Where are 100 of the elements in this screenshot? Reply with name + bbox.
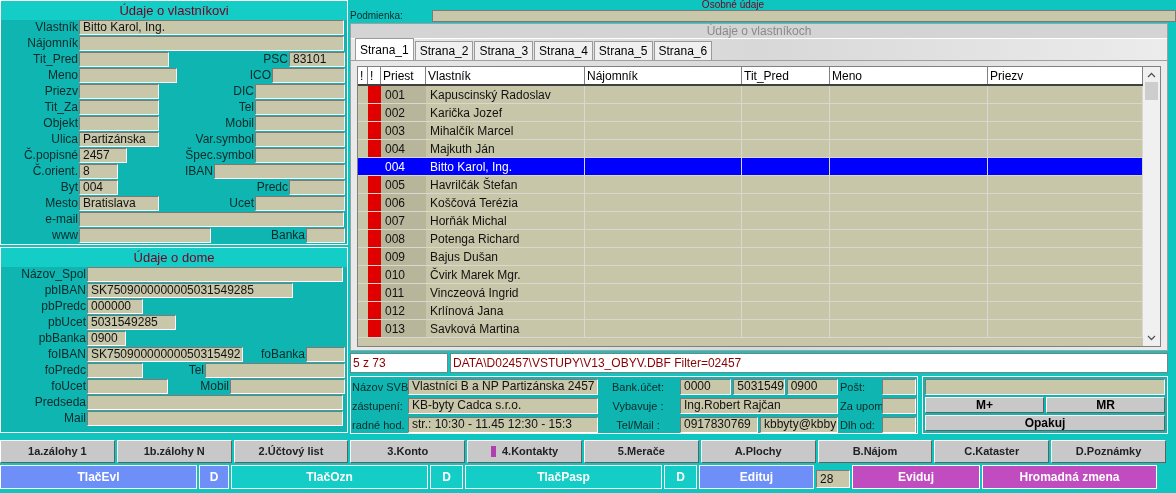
condition-field[interactable] — [432, 9, 1176, 22]
table-row[interactable]: 003 Mihalčík Marcel — [358, 122, 1143, 140]
info-field[interactable]: str.: 10:30 - 11.45 12:30 - 15:3 — [408, 417, 598, 433]
text-field[interactable] — [79, 116, 159, 131]
text-field[interactable]: 0900 — [87, 331, 126, 346]
repeat-button[interactable]: Opakuj — [925, 415, 1165, 431]
column-header[interactable]: Meno — [830, 67, 988, 84]
table-row[interactable]: 001 Kapuscinský Radoslav — [358, 86, 1143, 104]
table-row[interactable]: 008 Potenga Richard — [358, 230, 1143, 248]
text-field[interactable] — [255, 84, 345, 99]
nav-button[interactable]: A.Plochy — [700, 440, 816, 463]
table-row[interactable]: 004 Bitto Karol, Ing. — [358, 158, 1143, 176]
column-header[interactable]: Priest — [381, 67, 426, 84]
page-tab[interactable]: Strana_2 — [414, 41, 474, 60]
page-tab[interactable]: Strana_3 — [474, 41, 534, 60]
info-field[interactable]: Vlastníci B a NP Partizánska 2457 — [408, 379, 598, 395]
column-header[interactable]: ! — [358, 67, 368, 84]
page-tab[interactable]: Strana_5 — [593, 41, 653, 60]
table-row[interactable]: 013 Savková Martina — [358, 320, 1143, 338]
info-field[interactable]: 0000 — [680, 379, 732, 395]
memory-field[interactable] — [925, 379, 1165, 395]
text-field[interactable]: Bitto Karol, Ing. — [79, 20, 344, 35]
text-field[interactable] — [79, 52, 169, 67]
text-field[interactable] — [87, 395, 343, 410]
column-header[interactable]: Nájomník — [585, 67, 742, 84]
memory-button[interactable]: M+ — [925, 397, 1044, 413]
text-field[interactable] — [230, 379, 345, 394]
info-field[interactable]: kbbyty@kbby — [760, 417, 838, 433]
info-field[interactable]: 0917830769 — [680, 417, 758, 433]
text-field[interactable] — [255, 132, 345, 147]
text-field[interactable] — [214, 164, 345, 179]
nav-button[interactable]: C.Kataster — [934, 440, 1050, 463]
scroll-thumb[interactable] — [1145, 82, 1158, 100]
field-label: Tit_Pred — [32, 53, 79, 66]
text-field[interactable]: 5031549285 — [87, 315, 176, 330]
text-field[interactable] — [87, 267, 343, 282]
nav-button[interactable]: 3.Konto — [350, 440, 466, 463]
info-field[interactable]: Ing.Robert Rajčan — [680, 398, 838, 414]
text-field[interactable] — [87, 363, 143, 378]
text-field[interactable] — [79, 100, 159, 115]
text-field[interactable] — [79, 84, 159, 99]
text-field[interactable]: SK7509000000005031549285 — [87, 283, 293, 298]
page-tab[interactable]: Strana_1 — [355, 38, 414, 60]
nav-button[interactable]: B.Nájom — [817, 440, 933, 463]
table-row[interactable]: 007 Horňák Michal — [358, 212, 1143, 230]
info-field[interactable]: 0900 — [786, 379, 838, 395]
text-field[interactable]: 004 — [79, 180, 118, 195]
scroll-down-icon[interactable] — [1147, 335, 1156, 341]
column-header[interactable]: Vlastník — [426, 67, 585, 84]
text-field[interactable] — [255, 100, 345, 115]
text-field[interactable]: 2457 — [79, 148, 127, 163]
nav-button[interactable]: 2.Účtový list — [233, 440, 349, 463]
text-field[interactable] — [255, 148, 345, 163]
nav-button[interactable]: D.Poznámky — [1051, 440, 1166, 463]
text-field[interactable] — [306, 347, 345, 362]
text-field[interactable] — [79, 212, 344, 227]
table-row[interactable]: 002 Karička Jozef — [358, 104, 1143, 122]
table-row[interactable]: 010 Čvirk Marek Mgr. — [358, 266, 1143, 284]
table-row[interactable]: 012 Krlínová Jana — [358, 302, 1143, 320]
text-field[interactable] — [306, 228, 345, 243]
text-field[interactable] — [79, 68, 177, 83]
text-field[interactable] — [289, 180, 345, 195]
text-field[interactable] — [255, 116, 345, 131]
text-field[interactable] — [79, 36, 344, 51]
text-field[interactable]: SK75090000000050315492 — [87, 347, 243, 362]
page-tab[interactable]: Strana_4 — [534, 41, 593, 60]
nav-button[interactable]: 1a.zálohy 1 — [0, 440, 115, 463]
text-field[interactable] — [272, 68, 345, 83]
table-row[interactable]: 009 Bajus Dušan — [358, 248, 1143, 266]
table-row[interactable]: 005 Havrilčák Štefan — [358, 176, 1143, 194]
info-field[interactable]: 5031549 — [733, 379, 785, 395]
memory-button[interactable]: MR — [1046, 397, 1165, 413]
text-field[interactable] — [87, 379, 168, 394]
action-button[interactable]: Hromadná zmena — [982, 465, 1157, 489]
scroll-up-icon[interactable] — [1147, 72, 1156, 78]
text-field[interactable]: Bratislava — [79, 196, 159, 211]
column-header[interactable]: Tit_Pred — [742, 67, 830, 84]
text-field[interactable]: 83101 — [289, 52, 345, 67]
text-field[interactable] — [205, 363, 345, 378]
action-button[interactable]: Eviduj — [852, 465, 980, 489]
number-field[interactable]: 28 — [816, 470, 850, 488]
table-row[interactable]: 006 Koščová Terézia — [358, 194, 1143, 212]
text-field[interactable]: Partizánska — [79, 132, 159, 147]
info-field[interactable]: KB-byty Čadca s.r.o. — [408, 398, 598, 414]
text-field[interactable] — [255, 196, 345, 211]
date-field[interactable] — [882, 417, 916, 433]
date-field[interactable] — [882, 398, 916, 414]
text-field[interactable] — [79, 228, 211, 243]
field-label: Priezv — [43, 85, 79, 98]
column-header[interactable]: ! — [368, 67, 381, 84]
nav-button[interactable]: 5.Merače — [584, 440, 699, 463]
text-field[interactable]: 000000 — [87, 299, 143, 314]
page-tab[interactable]: Strana_6 — [653, 41, 713, 60]
scrollbar[interactable] — [1143, 67, 1160, 346]
text-field[interactable] — [87, 411, 343, 426]
nav-button[interactable]: 4.Kontakty — [467, 440, 582, 463]
nav-button[interactable]: 1b.zálohy N — [116, 440, 232, 463]
table-row[interactable]: 011 Vinczeová Ingrid — [358, 284, 1143, 302]
date-field[interactable] — [882, 379, 916, 395]
text-field[interactable]: 8 — [79, 164, 118, 179]
